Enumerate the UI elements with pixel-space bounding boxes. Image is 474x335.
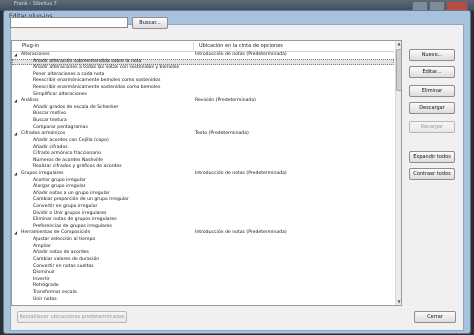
plugin-row[interactable]: Ajustar selección al tiempo xyxy=(12,237,394,244)
plugin-row[interactable]: Añadir notas de acordes xyxy=(12,250,394,257)
category-row[interactable]: ◢ Cifrados armónicos Texto (Predeterminada… xyxy=(12,131,394,138)
plugin-row[interactable]: Cambiar valores de duración xyxy=(12,257,394,264)
plugin-row[interactable]: Añadir acordes con Cejilla (capo) xyxy=(12,138,394,145)
plugin-row[interactable]: Retrógrado xyxy=(12,283,394,290)
search-input[interactable] xyxy=(10,17,128,28)
plugin-row[interactable]: Unir notas xyxy=(12,297,394,304)
plugin-row[interactable]: Invertir xyxy=(12,277,394,284)
plugin-row[interactable]: Disminuir xyxy=(12,270,394,277)
plugin-row[interactable]: Transformar escala xyxy=(12,290,394,297)
plugin-row[interactable]: Añadir alteraciones a todas las notas co… xyxy=(12,65,394,72)
edit-plugin-button[interactable]: Editar... xyxy=(409,66,455,78)
plugin-row[interactable]: Convertir en notas sueltas xyxy=(12,264,394,271)
search-button[interactable]: Buscar... xyxy=(132,17,168,29)
scroll-up-arrow-icon[interactable]: ▲ xyxy=(396,41,401,47)
reload-plugin-button[interactable]: Recargar xyxy=(409,121,455,133)
close-dialog-button[interactable]: Cerrar xyxy=(414,311,456,323)
new-plugin-button[interactable]: Nuevo... xyxy=(409,49,455,61)
plugin-row[interactable]: Reescribir enarmónicamente sostenidos co… xyxy=(12,85,394,92)
delete-plugin-button[interactable]: Eliminar xyxy=(409,85,455,97)
plugin-row[interactable]: Convertir en grupo irregular xyxy=(12,204,394,211)
collapse-all-button[interactable]: Contraer todos xyxy=(409,168,455,180)
plugin-row[interactable]: Añadir grados de escala de Schenker xyxy=(12,105,394,112)
plugin-row[interactable]: Cifrado armónico fraccionario xyxy=(12,151,394,158)
plugin-row[interactable]: Alargar grupo irregular xyxy=(12,184,394,191)
vertical-scrollbar[interactable]: ▲ ▼ xyxy=(395,41,401,305)
category-row[interactable]: ◢ Análisis Revisión (Predeterminada) xyxy=(12,98,394,105)
category-row[interactable]: ◢ Alteraciones Introducción de notas (Pred… xyxy=(12,52,394,59)
column-separator[interactable] xyxy=(193,42,194,50)
background-window-title: Frank - Sibelius 7 xyxy=(14,1,57,7)
column-header-location[interactable]: Ubicación en la cinta de opciones xyxy=(199,41,283,51)
plugin-row[interactable]: Realizar cifrados y gráficos de acordes xyxy=(12,164,394,171)
unload-plugin-button[interactable]: Descargar xyxy=(409,102,455,114)
plugin-row[interactable]: Buscar motivo xyxy=(12,111,394,118)
plugin-tree: ◢ Alteraciones Introducción de notas (Pred… xyxy=(12,52,394,303)
scrollbar-thumb[interactable] xyxy=(396,49,401,91)
table-header: Plug-in Ubicación en la cinta de opcione… xyxy=(12,41,394,52)
reset-default-locations-button[interactable]: Restablecer ubicaciones predeterminadas xyxy=(17,311,127,323)
scroll-down-arrow-icon[interactable]: ▼ xyxy=(396,299,401,305)
plugin-table: Plug-in Ubicación en la cinta de opcione… xyxy=(11,40,402,306)
column-header-plugin[interactable]: Plug-in xyxy=(22,41,39,51)
plugin-row[interactable]: Eliminar notas de grupos irregulares xyxy=(12,217,394,224)
plugin-name: Unir notas xyxy=(33,296,57,302)
expand-all-button[interactable]: Expandir todos xyxy=(409,151,455,163)
plugin-row[interactable]: Buscar textura xyxy=(12,118,394,125)
category-row[interactable]: ◢ Grupos irregulares Introducción de notas… xyxy=(12,171,394,178)
